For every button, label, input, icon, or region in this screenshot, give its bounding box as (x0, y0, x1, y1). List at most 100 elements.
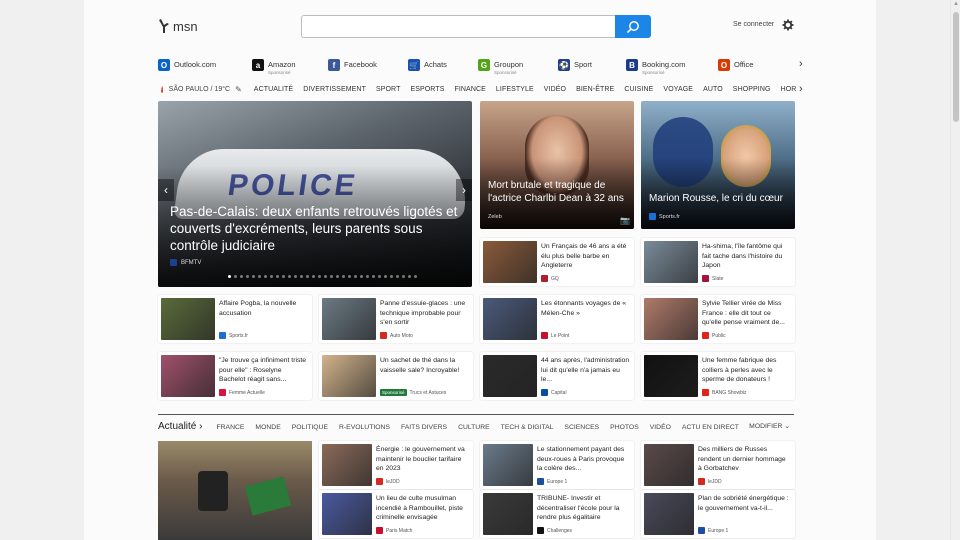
nav-item-9[interactable]: VOYAGE (663, 86, 693, 93)
carousel-dot[interactable] (360, 275, 363, 278)
carousel-dot[interactable] (234, 275, 237, 278)
section-tab-0[interactable]: FRANCE (216, 424, 244, 431)
signin-link[interactable]: Se connecter (733, 21, 774, 28)
quick-links-next-icon[interactable]: › (799, 58, 803, 70)
nav-item-2[interactable]: SPORT (376, 86, 401, 93)
news-card[interactable]: Sylvie Tellier virée de Miss France : el… (641, 295, 795, 343)
pencil-icon[interactable]: ✎ (235, 85, 242, 94)
carousel-dot[interactable] (378, 275, 381, 278)
nav-item-12[interactable]: HOROSCO (781, 86, 796, 93)
carousel-dot[interactable] (288, 275, 291, 278)
hero-carousel[interactable]: POLICE ‹ › Pas-de-Calais: deux enfants r… (158, 101, 472, 287)
section-tab-9[interactable]: VIDÉO (650, 424, 671, 431)
carousel-dot[interactable] (246, 275, 249, 278)
modify-button[interactable]: MODIFIER ⌄ (749, 422, 790, 430)
carousel-dot[interactable] (390, 275, 393, 278)
carousel-dot[interactable] (330, 275, 333, 278)
section-tab-6[interactable]: TECH & DIGITAL (501, 424, 554, 431)
news-card[interactable]: Un sachet de thé dans la vaisselle sale?… (319, 352, 473, 400)
carousel-dot[interactable] (348, 275, 351, 278)
section-tab-2[interactable]: POLITIQUE (292, 424, 328, 431)
news-card[interactable]: Des milliers de Russes rendent un dernie… (641, 441, 795, 489)
carousel-dot[interactable] (294, 275, 297, 278)
news-card[interactable]: 44 ans après, l'administration lui dit q… (480, 352, 634, 400)
msn-logo[interactable]: msn (158, 18, 198, 34)
nav-item-11[interactable]: SHOPPING (733, 86, 771, 93)
news-card[interactable]: Plan de sobriété énergétique : le gouver… (641, 490, 795, 538)
weather-label[interactable]: SÃO PAULO / 19°C (169, 86, 230, 93)
nav-item-3[interactable]: ESPORTS (410, 86, 444, 93)
quick-link-2[interactable]: f Facebook (328, 59, 377, 71)
carousel-dot[interactable] (402, 275, 405, 278)
carousel-dot[interactable] (306, 275, 309, 278)
section-tab-1[interactable]: MONDE (255, 424, 280, 431)
section-tab-4[interactable]: FAITS DIVERS (401, 424, 447, 431)
news-card[interactable]: Ha-shima, l'île fantôme qui fait tache d… (641, 238, 795, 286)
quick-link-3[interactable]: 🛒 Achats (408, 59, 447, 71)
carousel-dot[interactable] (342, 275, 345, 278)
section-tab-3[interactable]: R-EVOLUTIONS (339, 424, 390, 431)
nav-item-1[interactable]: DIVERTISSEMENT (303, 86, 366, 93)
news-card[interactable]: Un lieu de culte musulman incendié à Ram… (319, 490, 473, 538)
carousel-next-icon[interactable]: › (456, 179, 472, 201)
carousel-dot[interactable] (312, 275, 315, 278)
carousel-dot[interactable] (252, 275, 255, 278)
nav-item-7[interactable]: BIEN-ÊTRE (576, 86, 614, 93)
news-card[interactable]: "Je trouve ça infiniment triste pour ell… (158, 352, 312, 400)
carousel-dot[interactable] (270, 275, 273, 278)
quick-link-6[interactable]: B Booking.com Sponsorisé (626, 59, 685, 75)
scrollbar[interactable]: ▲ (950, 0, 960, 540)
section-tab-7[interactable]: SCIENCES (564, 424, 599, 431)
carousel-dot[interactable] (354, 275, 357, 278)
scroll-up-icon[interactable]: ▲ (953, 1, 959, 7)
news-card[interactable]: Affaire Pogba, la nouvelle accusation Spo… (158, 295, 312, 343)
quick-link-7[interactable]: O Office (718, 59, 753, 71)
alert-icon[interactable]: ! (161, 85, 163, 93)
carousel-dot[interactable] (264, 275, 267, 278)
quick-link-5[interactable]: ⚽ Sport (558, 59, 592, 71)
news-card[interactable]: Énergie : le gouvernement va maintenir l… (319, 441, 473, 489)
carousel-dot[interactable] (372, 275, 375, 278)
actualite-main-image[interactable] (158, 441, 312, 540)
scroll-thumb[interactable] (953, 12, 959, 122)
search-input[interactable] (301, 15, 615, 38)
quick-link-0[interactable]: O Outlook.com (158, 59, 216, 71)
carousel-dot[interactable] (276, 275, 279, 278)
hero-title[interactable]: Pas-de-Calais: deux enfants retrouvés li… (170, 203, 464, 254)
carousel-dot[interactable] (318, 275, 321, 278)
nav-item-10[interactable]: AUTO (703, 86, 723, 93)
nav-item-0[interactable]: ACTUALITÉ (254, 86, 293, 93)
news-card[interactable]: TRIBUNE- Investir et décentraliser l'éco… (480, 490, 634, 538)
section-tab-8[interactable]: PHOTOS (610, 424, 639, 431)
nav-item-6[interactable]: VIDÉO (544, 86, 566, 93)
carousel-dot[interactable] (240, 275, 243, 278)
section-tab-5[interactable]: CULTURE (458, 424, 490, 431)
news-card[interactable]: Panne d'essuie-glaces : une technique im… (319, 295, 473, 343)
news-tile-charlbi[interactable]: Mort brutale et tragique de l'actrice Ch… (480, 101, 634, 229)
quick-link-1[interactable]: a Amazon Sponsorisé (252, 59, 296, 75)
carousel-dot[interactable] (300, 275, 303, 278)
carousel-dot[interactable] (282, 275, 285, 278)
nav-item-4[interactable]: FINANCE (454, 86, 485, 93)
nav-next-icon[interactable]: › (799, 83, 803, 95)
nav-item-5[interactable]: LIFESTYLE (496, 86, 534, 93)
news-card[interactable]: Une femme fabrique des colliers à perles… (641, 352, 795, 400)
carousel-dot[interactable] (408, 275, 411, 278)
carousel-dot[interactable] (414, 275, 417, 278)
section-tab-10[interactable]: ACTU EN DIRECT (682, 424, 739, 431)
carousel-dot[interactable] (396, 275, 399, 278)
carousel-dot[interactable] (384, 275, 387, 278)
carousel-dot[interactable] (366, 275, 369, 278)
gear-icon[interactable] (782, 19, 794, 31)
news-card[interactable]: Un Français de 46 ans a été élu plus bel… (480, 238, 634, 286)
search-button[interactable] (615, 15, 651, 38)
carousel-prev-icon[interactable]: ‹ (158, 179, 174, 201)
news-tile-marion[interactable]: Marion Rousse, le cri du cœur Sports.fr (641, 101, 795, 229)
carousel-dot[interactable] (228, 275, 231, 278)
carousel-dot[interactable] (258, 275, 261, 278)
section-title[interactable]: Actualité › (158, 421, 202, 432)
nav-item-8[interactable]: CUISINE (624, 86, 653, 93)
news-card[interactable]: Les étonnants voyages de « Mélen-Che » Le… (480, 295, 634, 343)
carousel-dot[interactable] (324, 275, 327, 278)
news-card[interactable]: Le stationnement payant des deux-roues à… (480, 441, 634, 489)
